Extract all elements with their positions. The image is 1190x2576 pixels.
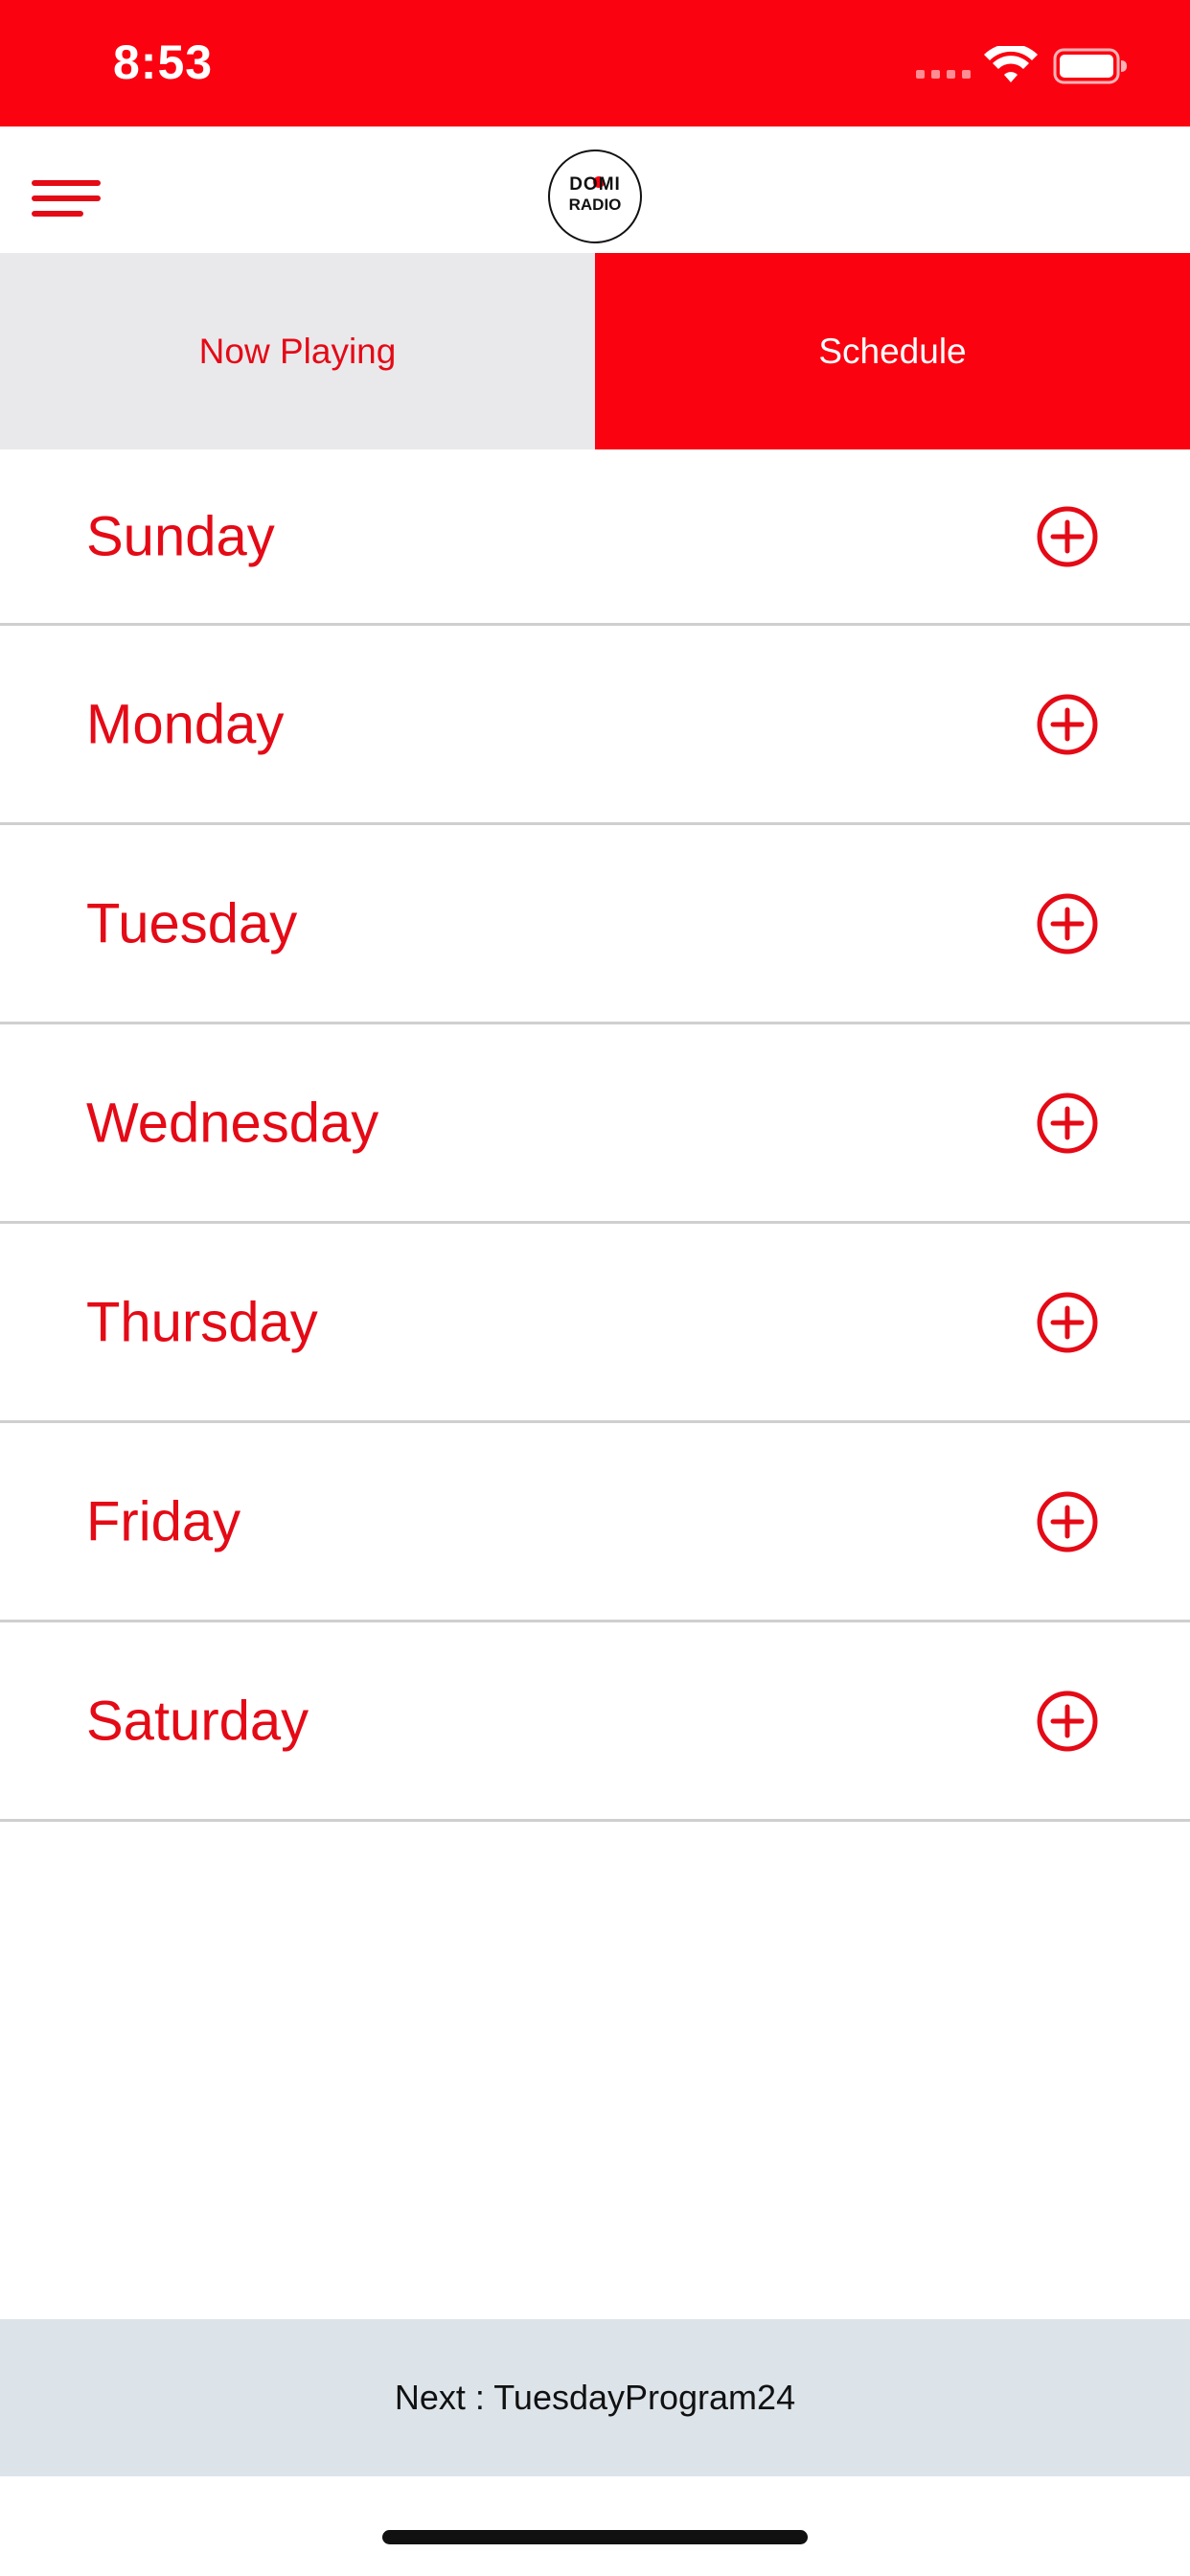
next-program-bar: Next : TuesdayProgram24 <box>0 2319 1190 2476</box>
plus-circle-icon[interactable] <box>1036 505 1099 568</box>
day-row-friday[interactable]: Friday <box>0 1423 1190 1622</box>
day-label: Monday <box>86 693 285 755</box>
home-indicator[interactable] <box>382 2530 808 2544</box>
plus-circle-icon[interactable] <box>1036 1092 1099 1155</box>
day-row-tuesday[interactable]: Tuesday <box>0 825 1190 1024</box>
day-label: Saturday <box>86 1690 309 1752</box>
plus-circle-icon[interactable] <box>1036 892 1099 955</box>
plus-circle-icon[interactable] <box>1036 693 1099 756</box>
battery-icon <box>1053 48 1127 84</box>
app-header: DOMI RADIO <box>0 126 1190 253</box>
day-row-thursday[interactable]: Thursday <box>0 1224 1190 1423</box>
day-row-sunday[interactable]: Sunday <box>0 449 1190 626</box>
day-row-wednesday[interactable]: Wednesday <box>0 1024 1190 1224</box>
day-label: Thursday <box>86 1291 318 1353</box>
logo-line2: RADIO <box>568 196 622 214</box>
day-label: Sunday <box>86 505 275 567</box>
app-logo: DOMI RADIO <box>548 150 642 243</box>
plus-circle-icon[interactable] <box>1036 1490 1099 1553</box>
tab-now-playing[interactable]: Now Playing <box>0 253 595 449</box>
status-time: 8:53 <box>113 35 214 89</box>
plus-circle-icon[interactable] <box>1036 1291 1099 1354</box>
day-label: Friday <box>86 1490 241 1552</box>
plus-circle-icon[interactable] <box>1036 1690 1099 1753</box>
signal-dots-icon <box>916 70 971 79</box>
day-label: Wednesday <box>86 1092 379 1154</box>
status-bar: 8:53 <box>0 0 1190 126</box>
schedule-day-list: Sunday Monday Tuesday Wednesday Thursday… <box>0 449 1190 1822</box>
day-row-saturday[interactable]: Saturday <box>0 1622 1190 1822</box>
tab-schedule[interactable]: Schedule <box>595 253 1190 449</box>
day-row-monday[interactable]: Monday <box>0 626 1190 825</box>
hamburger-menu-icon[interactable] <box>21 176 117 243</box>
wifi-icon <box>984 46 1038 82</box>
next-program-text: Next : TuesdayProgram24 <box>394 2378 796 2417</box>
tab-bar: Now Playing Schedule <box>0 253 1190 449</box>
logo-line1: DOMI <box>569 174 621 195</box>
day-label: Tuesday <box>86 892 298 954</box>
